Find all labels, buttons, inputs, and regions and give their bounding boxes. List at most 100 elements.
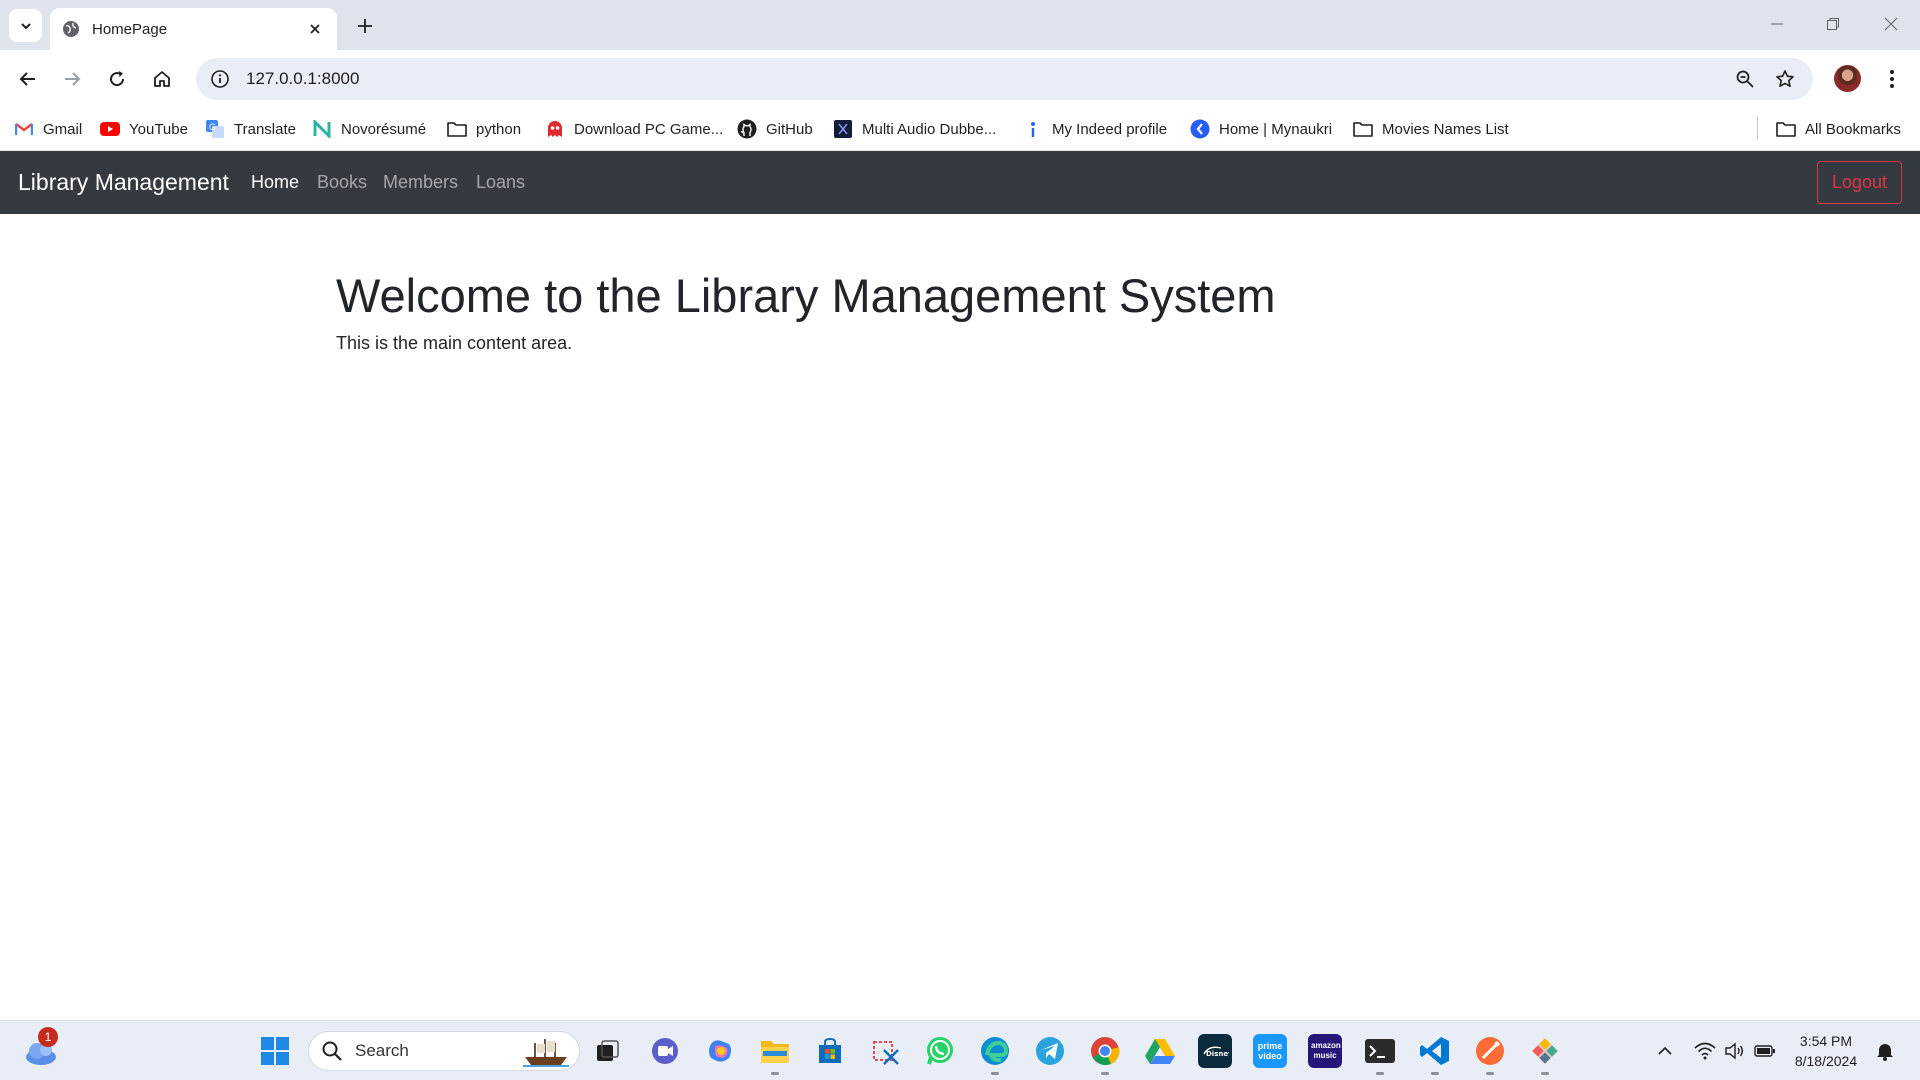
- running-indicator: [1101, 1072, 1109, 1075]
- nav-link-loans[interactable]: Loans: [476, 172, 525, 193]
- search-placeholder: Search: [355, 1041, 409, 1060]
- running-indicator: [1541, 1072, 1549, 1075]
- dubbed-site-icon: [833, 119, 853, 139]
- microsoft-store-icon[interactable]: [813, 1034, 847, 1068]
- bookmark-download-pc-game[interactable]: Download PC Game...: [545, 117, 723, 141]
- meet-icon[interactable]: [648, 1034, 682, 1068]
- google-drive-icon[interactable]: [1143, 1034, 1177, 1068]
- prime-video-icon[interactable]: prime video: [1253, 1034, 1287, 1068]
- bookmark-novoresume[interactable]: Novorésumé: [312, 117, 426, 141]
- file-explorer-icon[interactable]: [758, 1034, 792, 1068]
- copilot-icon[interactable]: [703, 1034, 737, 1068]
- browser-menu-icon[interactable]: [1880, 65, 1904, 93]
- profile-avatar[interactable]: [1834, 65, 1861, 92]
- notification-badge: 1: [38, 1027, 58, 1047]
- terminal-icon[interactable]: [1363, 1034, 1397, 1068]
- minimize-icon[interactable]: [1765, 12, 1789, 36]
- search-icon: [322, 1041, 342, 1061]
- youtube-icon: [100, 119, 120, 139]
- svg-text:G: G: [209, 122, 216, 132]
- new-tab-icon[interactable]: [352, 13, 378, 39]
- close-window-icon[interactable]: [1879, 12, 1903, 36]
- folder-icon: [1353, 119, 1373, 139]
- page-title: Welcome to the Library Management System: [336, 269, 1276, 322]
- taskbar-clock[interactable]: 3:54 PM 8/18/2024: [1786, 1031, 1866, 1071]
- all-bookmarks-button[interactable]: All Bookmarks: [1776, 117, 1901, 141]
- reload-icon[interactable]: [102, 64, 132, 94]
- globe-icon: [63, 21, 79, 37]
- bookmark-gmail[interactable]: Gmail: [14, 117, 82, 141]
- bookmark-github[interactable]: GitHub: [737, 117, 813, 141]
- browser-tab-strip: HomePage: [0, 0, 1920, 50]
- clock-date: 8/18/2024: [1794, 1053, 1858, 1069]
- tab-search-button[interactable]: [9, 9, 42, 42]
- edge-icon[interactable]: [978, 1034, 1012, 1068]
- bookmarks-bar: Gmail YouTube G Translate Novorésumé pyt…: [0, 108, 1920, 151]
- taskbar-search[interactable]: Search: [308, 1031, 580, 1071]
- url-text[interactable]: 127.0.0.1:8000: [246, 69, 359, 89]
- running-indicator: [771, 1072, 779, 1075]
- vscode-icon[interactable]: [1418, 1034, 1452, 1068]
- tab-title: HomePage: [92, 20, 168, 38]
- task-view-icon[interactable]: [590, 1034, 624, 1068]
- close-tab-icon[interactable]: [305, 19, 325, 39]
- back-icon[interactable]: [13, 64, 43, 94]
- bookmark-translate[interactable]: G Translate: [205, 117, 296, 141]
- nav-link-members[interactable]: Members: [383, 172, 458, 193]
- windows-taskbar: 1 Search Disne prime video amazon music …: [0, 1020, 1920, 1080]
- novoresume-icon: [312, 119, 332, 139]
- git-client-icon[interactable]: [1528, 1034, 1562, 1068]
- bookmarks-divider: [1757, 117, 1758, 139]
- home-icon[interactable]: [147, 64, 177, 94]
- address-bar[interactable]: 127.0.0.1:8000: [196, 58, 1813, 100]
- running-indicator: [1376, 1072, 1384, 1075]
- bookmark-movies-folder[interactable]: Movies Names List: [1353, 117, 1509, 141]
- show-hidden-icons-icon[interactable]: [1654, 1040, 1676, 1062]
- volume-icon[interactable]: [1723, 1040, 1745, 1062]
- bookmark-python-folder[interactable]: python: [447, 117, 521, 141]
- page-description: This is the main content area.: [336, 333, 573, 353]
- bookmark-indeed[interactable]: My Indeed profile: [1023, 117, 1167, 141]
- running-indicator: [991, 1072, 999, 1075]
- bookmark-star-icon[interactable]: [1773, 67, 1797, 91]
- logout-button[interactable]: Logout: [1817, 161, 1902, 204]
- browser-toolbar: 127.0.0.1:8000: [0, 50, 1920, 108]
- translate-icon: G: [205, 119, 225, 139]
- nav-link-home[interactable]: Home: [251, 172, 299, 193]
- svg-text:Disney+: Disney+: [1206, 1050, 1229, 1058]
- github-icon: [737, 119, 757, 139]
- folder-icon: [447, 119, 467, 139]
- snipping-tool-icon[interactable]: [868, 1034, 902, 1068]
- folder-icon: [1776, 119, 1796, 139]
- browser-tab[interactable]: HomePage: [50, 8, 337, 50]
- gmail-icon: [14, 119, 34, 139]
- indeed-icon: [1023, 119, 1043, 139]
- navbar-brand[interactable]: Library Management: [18, 169, 229, 196]
- game-ghost-icon: [545, 119, 565, 139]
- amazon-music-icon[interactable]: amazon music: [1308, 1034, 1342, 1068]
- running-indicator: [1431, 1072, 1439, 1075]
- bookmark-youtube[interactable]: YouTube: [100, 117, 188, 141]
- disney-plus-icon[interactable]: Disney+: [1198, 1034, 1232, 1068]
- battery-icon[interactable]: [1754, 1040, 1776, 1062]
- app-navbar: Library Management Home Books Members Lo…: [0, 151, 1920, 214]
- pirate-ship-icon: [523, 1039, 569, 1067]
- forward-icon[interactable]: [57, 64, 87, 94]
- notifications-bell-icon[interactable]: [1874, 1040, 1896, 1062]
- zoom-icon[interactable]: [1733, 67, 1757, 91]
- start-button[interactable]: [258, 1034, 292, 1068]
- restore-icon[interactable]: [1821, 12, 1845, 36]
- wifi-icon[interactable]: [1694, 1040, 1716, 1062]
- site-info-icon[interactable]: [208, 67, 232, 91]
- clock-time: 3:54 PM: [1799, 1033, 1853, 1049]
- telegram-icon[interactable]: [1033, 1034, 1067, 1068]
- running-indicator: [1486, 1072, 1494, 1075]
- bookmark-mynaukri[interactable]: Home | Mynaukri: [1190, 117, 1332, 141]
- chrome-icon[interactable]: [1088, 1034, 1122, 1068]
- windows-logo-icon: [261, 1037, 289, 1065]
- chevron-down-icon: [20, 22, 31, 29]
- whatsapp-icon[interactable]: [923, 1034, 957, 1068]
- postman-icon[interactable]: [1473, 1034, 1507, 1068]
- nav-link-books[interactable]: Books: [317, 172, 367, 193]
- bookmark-multi-audio-dubbed[interactable]: Multi Audio Dubbe...: [833, 117, 996, 141]
